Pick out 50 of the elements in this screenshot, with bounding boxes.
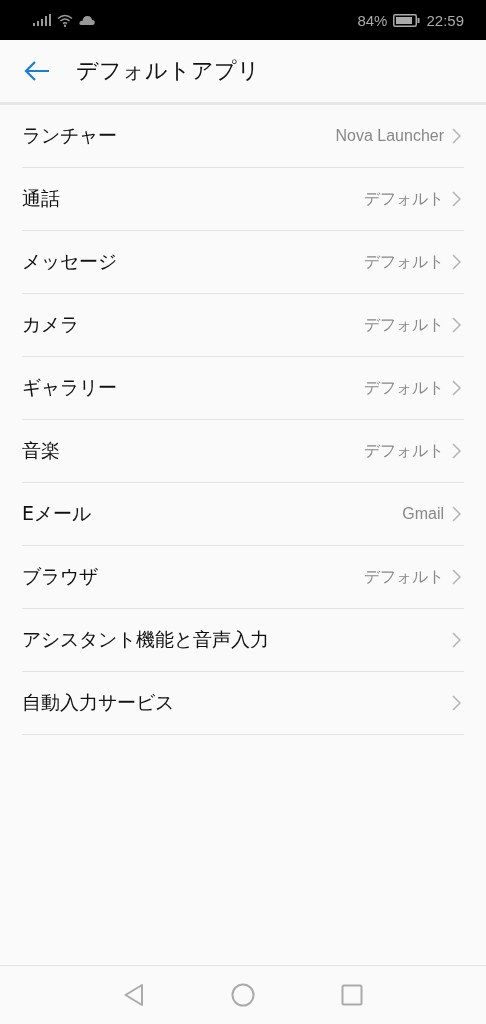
settings-row[interactable]: ギャラリー デフォルト xyxy=(22,357,464,420)
row-value: デフォルト xyxy=(364,188,444,209)
battery-percent: 84% xyxy=(357,11,388,29)
chevron-icon xyxy=(452,317,461,333)
chevron-icon xyxy=(452,569,461,585)
settings-row[interactable]: ブラウザ デフォルト xyxy=(22,546,464,609)
row-label: メッセージ xyxy=(22,249,117,274)
row-value: Nova Launcher xyxy=(335,127,444,145)
row-label: 音楽 xyxy=(22,438,60,463)
row-label: Eメール xyxy=(22,501,91,526)
settings-row[interactable]: 通話 デフォルト xyxy=(22,168,464,231)
settings-row[interactable]: アシスタント機能と音声入力 xyxy=(22,609,464,672)
settings-row[interactable]: Eメール Gmail xyxy=(22,483,464,546)
row-value: デフォルト xyxy=(364,566,444,587)
back-button[interactable] xyxy=(23,59,51,83)
wifi-icon xyxy=(57,13,73,27)
row-value: Gmail xyxy=(402,505,444,523)
signal-icon xyxy=(33,14,51,26)
back-icon[interactable] xyxy=(123,983,145,1007)
chevron-icon xyxy=(452,380,461,396)
row-value: デフォルト xyxy=(364,377,444,398)
chevron-icon xyxy=(452,191,461,207)
settings-row[interactable]: 自動入力サービス xyxy=(22,672,464,735)
chevron-icon xyxy=(452,254,461,270)
row-label: 自動入力サービス xyxy=(22,690,174,715)
chevron-icon xyxy=(452,632,461,648)
battery-icon xyxy=(393,13,421,27)
chevron-icon xyxy=(452,443,461,459)
row-label: ランチャー xyxy=(22,123,117,148)
row-label: カメラ xyxy=(22,312,79,337)
chevron-icon xyxy=(452,695,461,711)
chevron-icon xyxy=(452,506,461,522)
back-arrow-icon xyxy=(24,60,50,82)
settings-row[interactable]: 音楽 デフォルト xyxy=(22,420,464,483)
settings-row[interactable]: メッセージ デフォルト xyxy=(22,231,464,294)
settings-row[interactable]: ランチャー Nova Launcher xyxy=(22,105,464,168)
row-value: デフォルト xyxy=(364,251,444,272)
row-label: ギャラリー xyxy=(22,375,117,400)
chevron-icon xyxy=(452,128,461,144)
home-icon[interactable] xyxy=(231,983,255,1007)
row-label: ブラウザ xyxy=(22,564,98,589)
row-value: デフォルト xyxy=(364,440,444,461)
row-value: デフォルト xyxy=(364,314,444,335)
clock-time: 22:59 xyxy=(426,11,464,29)
row-label: アシスタント機能と音声入力 xyxy=(22,627,269,652)
recents-icon[interactable] xyxy=(341,984,363,1006)
row-label: 通話 xyxy=(22,186,60,211)
page-title: デフォルトアプリ xyxy=(76,57,260,85)
settings-row[interactable]: カメラ デフォルト xyxy=(22,294,464,357)
cloud-icon xyxy=(79,15,95,25)
